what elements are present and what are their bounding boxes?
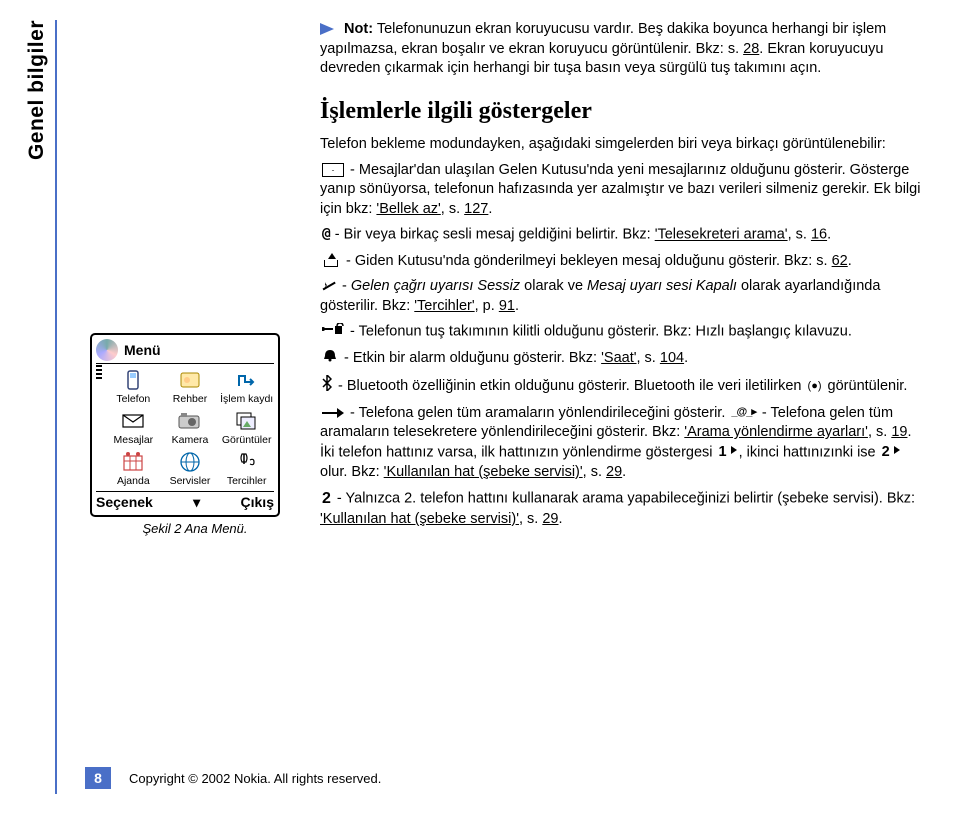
app-islem: İşlem kaydı xyxy=(219,368,274,405)
line2-icon: 2 xyxy=(322,488,331,510)
app-ajanda: Ajanda xyxy=(106,450,161,487)
app-goruntuler: Görüntüler xyxy=(219,409,274,446)
outbox-icon xyxy=(322,255,340,267)
app-rehber: Rehber xyxy=(163,368,218,405)
link-19[interactable]: 19 xyxy=(891,424,907,440)
item-line2: 2 - Yalnızca 2. telefon hattını kullanar… xyxy=(320,488,925,529)
link-hat-1[interactable]: 'Kullanılan hat (şebeke servisi)' xyxy=(384,464,583,480)
link-16[interactable]: 16 xyxy=(811,227,827,243)
app-telefon: Telefon xyxy=(106,368,161,405)
voicemail-icon: @ xyxy=(322,225,329,245)
envelope-icon xyxy=(322,163,344,177)
softkey-left: Seçenek xyxy=(96,494,153,511)
silent-icon xyxy=(322,279,336,293)
note-label: Not: xyxy=(344,21,373,37)
lock-icon xyxy=(322,322,344,342)
page-number: 8 xyxy=(85,767,111,789)
link-104[interactable]: 104 xyxy=(660,350,684,366)
bluetooth-icon xyxy=(322,375,332,398)
app-tercihler: Tercihler xyxy=(219,450,274,487)
note-arrow-icon xyxy=(320,23,334,35)
item-forward: - Telefona gelen tüm aramaların yönlendi… xyxy=(320,404,925,483)
figure-caption: Şekil 2 Ana Menü. xyxy=(90,521,300,536)
section-heading: İşlemlerle ilgili göstergeler xyxy=(320,95,925,127)
item-bluetooth: - Bluetooth özelliğinin etkin olduğunu g… xyxy=(320,375,925,398)
link-29b[interactable]: 29 xyxy=(542,511,558,527)
item-lock: - Telefonun tuş takımının kilitli olduğu… xyxy=(320,322,925,342)
note-block: Not: Telefonunuzun ekran koruyucusu vard… xyxy=(320,20,925,79)
item-voicemail: @ - Bir veya birkaç sesli mesaj geldiğin… xyxy=(320,225,925,245)
line1-fwd-icon: 1 xyxy=(719,443,737,463)
link-saat[interactable]: 'Saat' xyxy=(601,350,636,366)
softkey-arrow: ▾ xyxy=(193,494,200,511)
item-alarm: - Etkin bir alarm olduğunu gösterir. Bkz… xyxy=(320,348,925,369)
section-side-label: Genel bilgiler xyxy=(25,20,49,160)
phone-figure: Menü Telefon Rehber xyxy=(90,333,300,536)
swirl-icon xyxy=(96,339,118,361)
bluetooth-conn-icon: (●) xyxy=(808,379,822,394)
alarm-icon xyxy=(322,348,338,369)
link-tercihler[interactable]: 'Tercihler' xyxy=(414,298,474,314)
phone-menu-title: Menü xyxy=(124,342,161,358)
copyright-text: Copyright © 2002 Nokia. All rights reser… xyxy=(129,771,381,786)
link-bellek-az[interactable]: 'Bellek az' xyxy=(376,201,440,217)
link-telesekreter[interactable]: 'Telesekreteri arama' xyxy=(655,227,788,243)
link-127[interactable]: 127 xyxy=(464,201,488,217)
page-footer: 8 Copyright © 2002 Nokia. All rights res… xyxy=(85,767,381,789)
link-arama-yonlendirme[interactable]: 'Arama yönlendirme ayarları' xyxy=(684,424,868,440)
signal-icon xyxy=(96,365,102,379)
link-hat-2[interactable]: 'Kullanılan hat (şebeke servisi)' xyxy=(320,511,519,527)
item-envelope: - Mesajlar'dan ulaşılan Gelen Kutusu'nda… xyxy=(320,161,925,220)
forward-icon xyxy=(322,408,344,418)
app-kamera: Kamera xyxy=(163,409,218,446)
note-link-28[interactable]: 28 xyxy=(743,41,759,57)
item-outbox: - Giden Kutusu'nda gönderilmeyi bekleyen… xyxy=(320,252,925,272)
line2-fwd-icon: 2 xyxy=(882,443,900,463)
link-29a[interactable]: 29 xyxy=(606,464,622,480)
app-servisler: Servisler xyxy=(163,450,218,487)
forward-vm-icon: _@_▸ xyxy=(731,405,755,420)
phone-screen: Menü Telefon Rehber xyxy=(90,333,280,517)
softkey-right: Çıkış xyxy=(241,494,274,511)
item-silent: - Gelen çağrı uyarısı Sessiz olarak ve M… xyxy=(320,277,925,316)
side-rule xyxy=(55,20,57,794)
app-mesajlar: Mesajlar xyxy=(106,409,161,446)
intro-text: Telefon bekleme modundayken, aşağıdaki s… xyxy=(320,135,925,155)
link-91[interactable]: 91 xyxy=(499,298,515,314)
link-62[interactable]: 62 xyxy=(832,253,848,269)
